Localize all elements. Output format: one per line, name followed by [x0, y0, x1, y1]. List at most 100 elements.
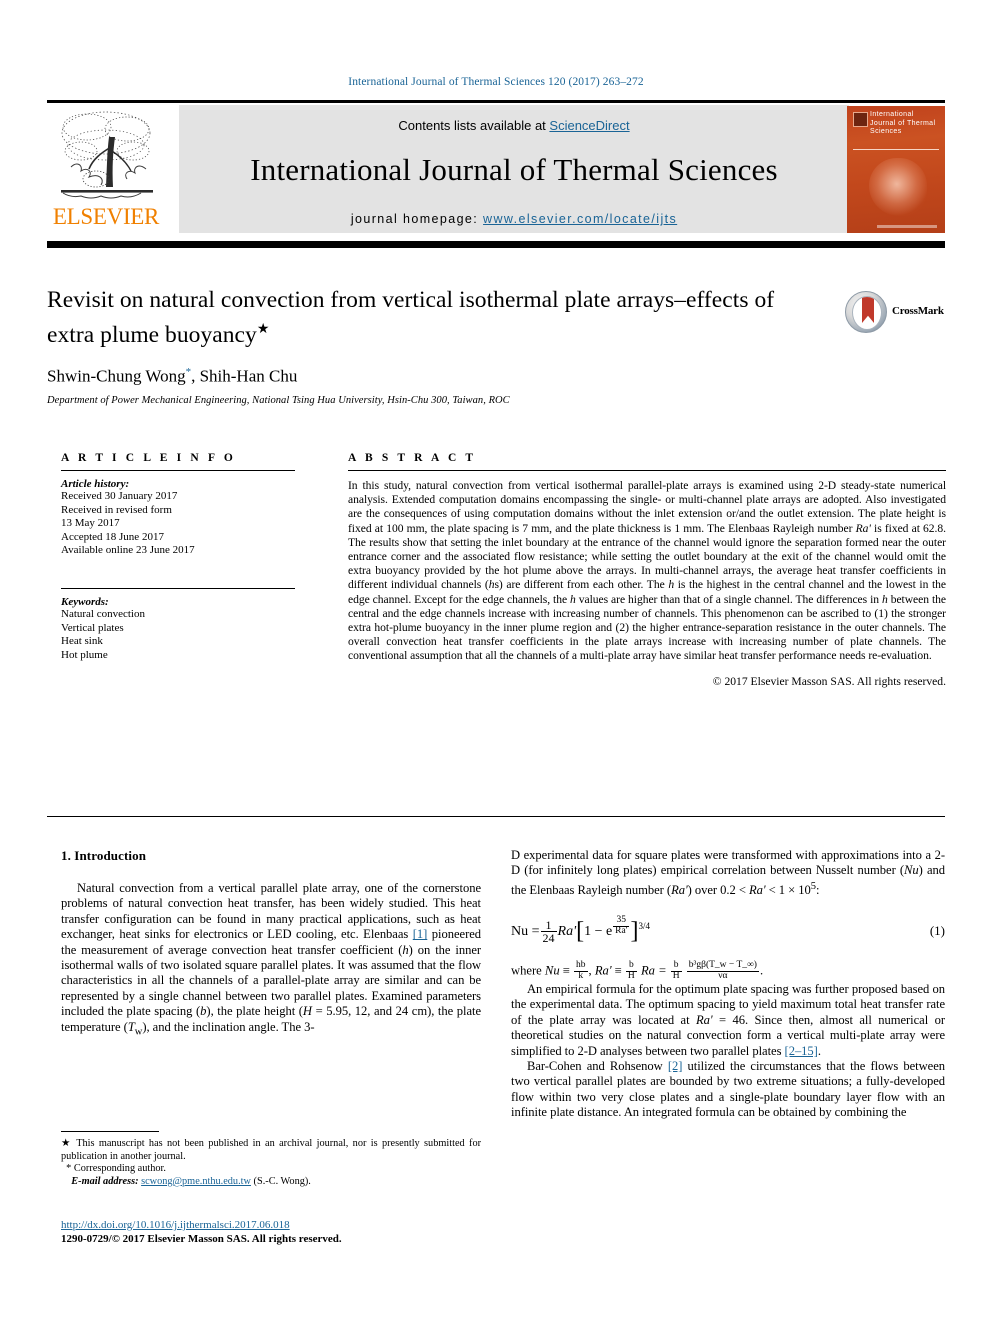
text-seg: D experimental data for square plates we…: [511, 848, 945, 878]
email-address-label: E-mail address:: [71, 1175, 139, 1187]
email-owner: (S.-C. Wong).: [253, 1175, 311, 1187]
email-link[interactable]: scwong@pme.nthu.edu.tw: [141, 1176, 251, 1187]
footnote-star: ★ This manuscript has not been published…: [61, 1138, 481, 1163]
article-history-item: 13 May 2017: [61, 517, 120, 530]
symbol-Ra: Ra': [695, 1012, 713, 1027]
keyword-item: Vertical plates: [61, 621, 124, 634]
author-primary: Shwin-Chung Wong: [47, 366, 186, 386]
keyword-item: Hot plume: [61, 648, 108, 661]
footnote-block: ★ This manuscript has not been published…: [61, 1138, 481, 1188]
crossmark-icon: [845, 291, 887, 333]
abstract-seg: values are higher than that of a single …: [575, 592, 882, 606]
crossmark-badge[interactable]: CrossMark: [845, 291, 945, 335]
equation-number: (1): [929, 922, 945, 938]
running-head: International Journal of Thermal Science…: [348, 76, 644, 88]
journal-homepage-line: journal homepage: www.elsevier.com/locat…: [179, 212, 849, 226]
symbol-Nu: Nu: [904, 863, 919, 878]
footer-block: http://dx.doi.org/10.1016/j.ijthermalsci…: [61, 1218, 491, 1246]
footnote-star-text: This manuscript has not been published i…: [61, 1138, 482, 1162]
symbol-Ra: Ra': [749, 883, 766, 897]
article-history-label: Article history:: [61, 478, 130, 490]
paragraph: Natural convection from a vertical paral…: [61, 881, 481, 1040]
abstract-heading: A B S T R A C T: [348, 452, 477, 464]
body-right-column: D experimental data for square plates we…: [511, 848, 945, 1121]
contents-lists-line: Contents lists available at ScienceDirec…: [179, 118, 849, 133]
text-seg: ), the plate height (: [206, 1004, 303, 1019]
equation-lhs: Nu =: [511, 924, 540, 940]
abstract-bottom-rule: [47, 816, 945, 817]
title-block: Revisit on natural convection from verti…: [47, 285, 827, 406]
text-seg: .: [817, 1043, 821, 1058]
article-history-item: Received in revised form: [61, 503, 172, 516]
body-left-column: 1. Introduction Natural convection from …: [61, 848, 481, 1040]
abstract-seg: s) are different from each other. The: [494, 578, 669, 592]
article-history-item: Available online 23 June 2017: [61, 544, 195, 557]
text-seg: < 1 × 10: [765, 883, 811, 897]
fraction-denominator: k: [578, 971, 584, 982]
masthead-bottom-rule: [47, 241, 945, 248]
article-history-item: Received 30 January 2017: [61, 490, 178, 502]
page-title: Revisit on natural convection from verti…: [47, 285, 827, 350]
abstract-copyright: © 2017 Elsevier Masson SAS. All rights r…: [712, 674, 946, 688]
fraction-hb-k: hb k: [574, 960, 588, 982]
footnote-corresponding-text: Corresponding author.: [73, 1163, 166, 1175]
equation-where-line: where Nu ≡ hb k, Ra' ≡ bH Ra = bH b³gβ(T_…: [511, 960, 945, 982]
doi-link[interactable]: http://dx.doi.org/10.1016/j.ijthermalsci…: [61, 1219, 290, 1231]
crossmark-label: CrossMark: [892, 305, 944, 317]
abstract-rule: [348, 470, 946, 471]
homepage-prefix: journal homepage:: [350, 212, 484, 226]
fraction-denominator: Ra': [615, 926, 628, 937]
paragraph: Bar-Cohen and Rohsenow [2] utilized the …: [511, 1059, 945, 1121]
equation-ra: Ra': [557, 924, 577, 940]
citation-link[interactable]: [1]: [413, 927, 428, 941]
fraction-denominator: 24: [542, 931, 555, 946]
keyword-item: Heat sink: [61, 635, 103, 648]
citation-link[interactable]: [2–15]: [785, 1044, 818, 1058]
fraction-denominator: H: [627, 971, 635, 982]
section-heading-introduction: 1. Introduction: [61, 848, 147, 863]
crossmark-ribbon-icon: [862, 297, 874, 323]
paragraph: An empirical formula for the optimum pla…: [511, 982, 945, 1059]
symbol-Ra: Ra': [594, 963, 612, 978]
crossmark-inner-shape: [852, 296, 882, 330]
article-info-column: A R T I C L E I N F O Article history: R…: [61, 452, 295, 662]
fraction-rayleigh: b³gβ(T_w − T_∞) να: [686, 960, 759, 982]
fraction-denominator: H: [672, 971, 680, 982]
text-seg: Ra =: [637, 963, 670, 978]
fraction-denominator: να: [718, 971, 728, 982]
symbol-Nu: Nu: [544, 963, 560, 978]
symbol-Tw: T: [127, 1019, 135, 1034]
equation-inner: 1 − e: [584, 924, 613, 940]
cover-emblem-icon: [853, 112, 868, 127]
author-secondary: , Shih-Han Chu: [191, 366, 298, 386]
journal-cover-thumbnail: International Journal of Thermal Science…: [847, 106, 945, 233]
author-list: Shwin-Chung Wong*, Shih-Han Chu: [47, 366, 827, 387]
equation-bracket-open: [: [576, 918, 585, 945]
footnote-email: E-mail address: scwong@pme.nthu.edu.tw (…: [61, 1176, 481, 1189]
journal-masthead: ELSEVIER Contents lists available at Sci…: [47, 103, 945, 235]
contents-prefix: Contents lists available at: [398, 118, 550, 133]
text-seg: Bar-Cohen and Rohsenow: [527, 1059, 668, 1074]
text-seg: ), and the inclination angle. The 3-: [142, 1019, 315, 1034]
elsevier-wordmark: ELSEVIER: [52, 204, 160, 229]
text-seg: :: [816, 883, 820, 897]
footnote-divider: [61, 1131, 159, 1132]
abstract-column: A B S T R A C T In this study, natural c…: [348, 452, 946, 688]
cover-footer-bar: [877, 225, 937, 228]
journal-title: International Journal of Thermal Science…: [250, 152, 778, 187]
journal-homepage-link[interactable]: www.elsevier.com/locate/ijts: [483, 212, 677, 226]
text-seg: ≡: [559, 963, 574, 978]
article-info-heading: A R T I C L E I N F O: [61, 452, 236, 464]
paper-title-text: Revisit on natural convection from verti…: [47, 287, 775, 348]
citation-link[interactable]: [2]: [668, 1059, 683, 1073]
symbol-H: H: [302, 1004, 312, 1019]
elsevier-logo: ELSEVIER: [47, 105, 165, 235]
footnote-corresponding-mark: *: [66, 1163, 72, 1175]
sciencedirect-link[interactable]: ScienceDirect: [549, 118, 629, 133]
title-footnote-mark: ★: [256, 322, 270, 337]
fraction-b-H-2: bH: [670, 960, 682, 982]
abstract-text: In this study, natural convection from v…: [348, 479, 946, 664]
masthead-center-panel: Contents lists available at ScienceDirec…: [179, 105, 849, 233]
equation-body: Nu = 1 24 Ra'[1 − e 35 Ra']3/4: [511, 915, 930, 946]
